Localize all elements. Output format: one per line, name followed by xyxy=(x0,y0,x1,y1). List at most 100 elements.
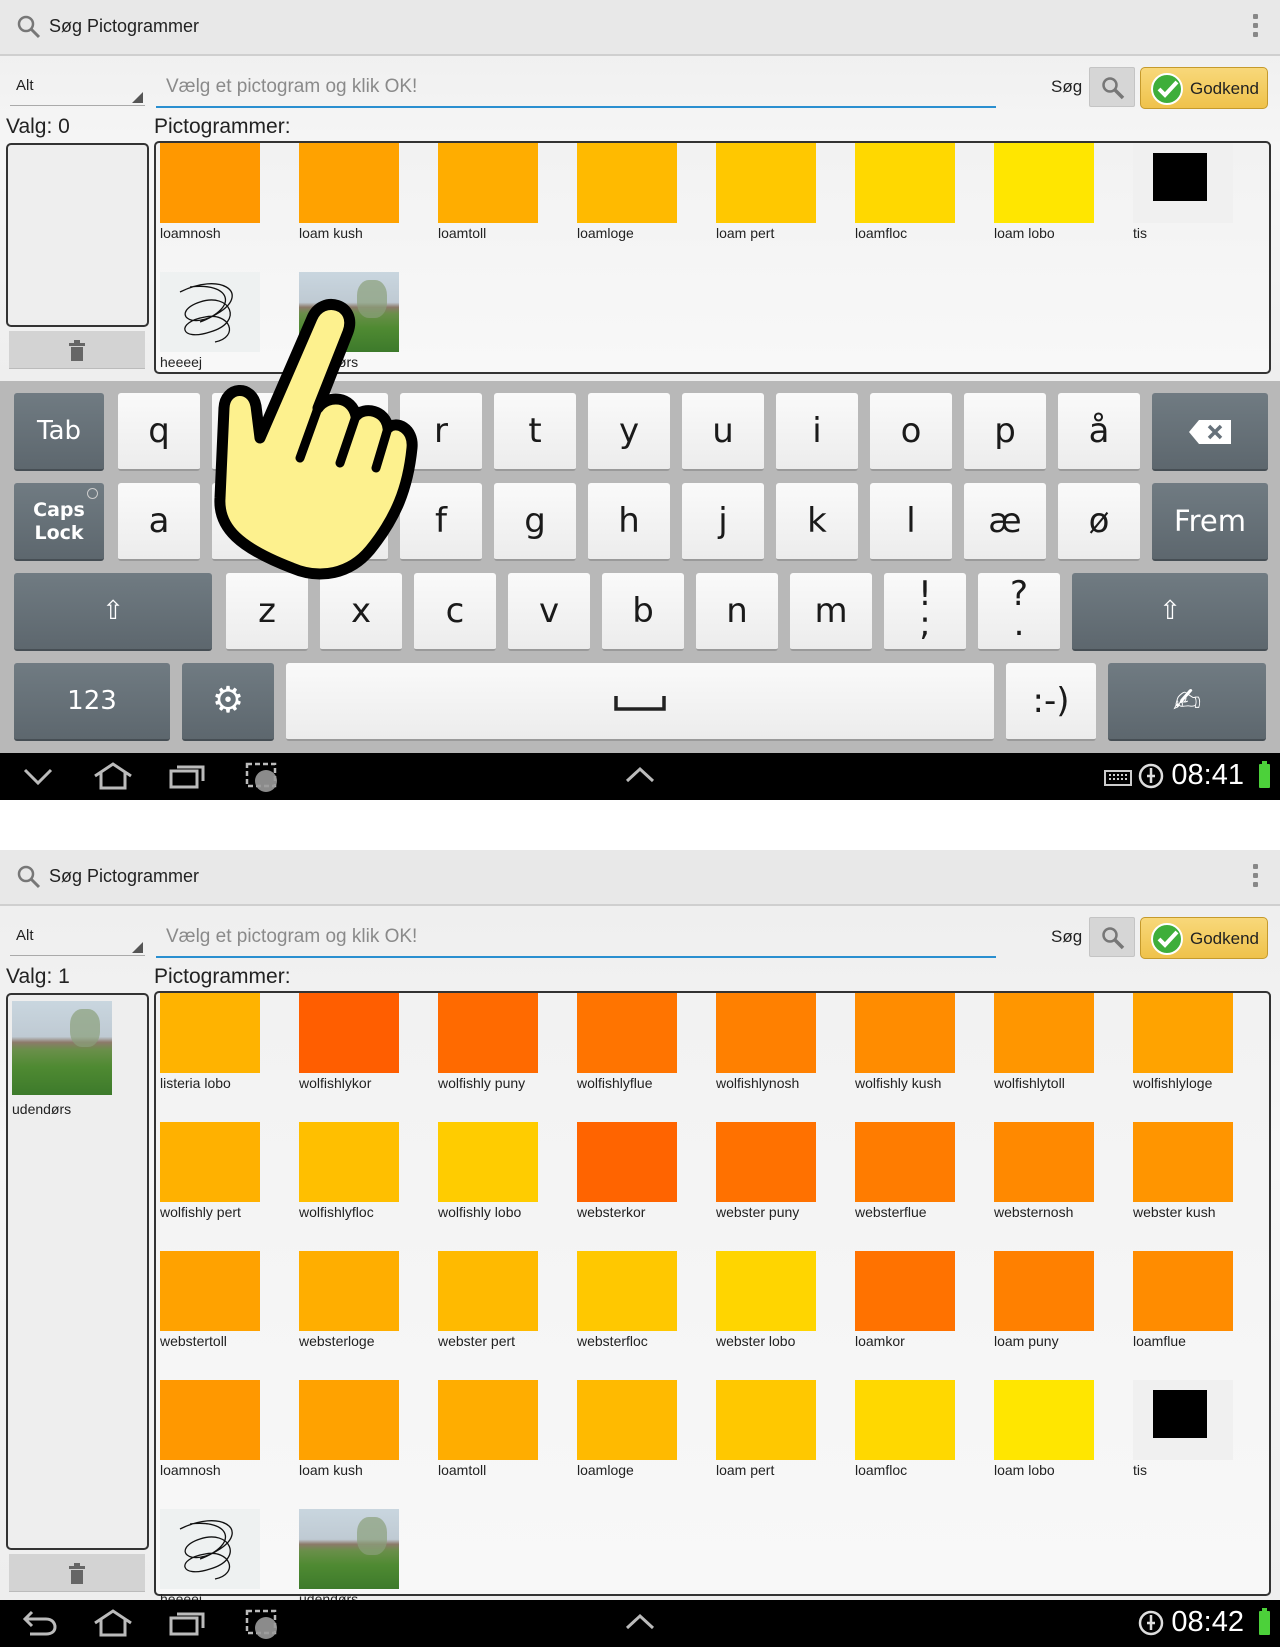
screenshot-icon[interactable] xyxy=(244,1608,284,1642)
pictogram-tile[interactable]: wolfishly puny xyxy=(434,993,573,1115)
pictogram-tile[interactable]: loam lobo xyxy=(990,1380,1129,1502)
pictogram-tile[interactable]: loam kush xyxy=(295,143,434,265)
pictogram-tile[interactable]: wolfishly kush xyxy=(851,993,990,1115)
key-ae[interactable]: æ xyxy=(964,483,1046,561)
key-u[interactable]: u xyxy=(682,393,764,471)
selection-box[interactable] xyxy=(6,143,149,327)
pictogram-tile[interactable]: loam puny xyxy=(990,1251,1129,1373)
key-o[interactable]: o xyxy=(870,393,952,471)
delete-selection-button[interactable] xyxy=(9,1554,145,1592)
delete-selection-button[interactable] xyxy=(9,331,145,369)
menu-up-chevron-icon[interactable] xyxy=(624,761,656,791)
pictogram-tile[interactable]: loamloge xyxy=(573,1380,712,1502)
category-filter-dropdown[interactable]: Alt xyxy=(10,70,145,106)
screenshot-icon[interactable] xyxy=(244,761,284,795)
backspace-key[interactable] xyxy=(1152,393,1268,471)
pictogram-tile[interactable]: websterflue xyxy=(851,1122,990,1244)
pictogram-tile[interactable]: loamflue xyxy=(1129,1251,1268,1373)
pictogram-tile[interactable]: loam pert xyxy=(712,1380,851,1502)
key-q[interactable]: q xyxy=(118,393,200,471)
pictogram-tile[interactable]: wolfishlykor xyxy=(295,993,434,1115)
handwriting-icon[interactable]: ✍ xyxy=(1108,663,1266,741)
pictogram-tile[interactable]: wolfishlyflue xyxy=(573,993,712,1115)
key-p[interactable]: p xyxy=(964,393,1046,471)
pictogram-tile[interactable]: webster kush xyxy=(1129,1122,1268,1244)
key-y[interactable]: y xyxy=(588,393,670,471)
pictogram-tile[interactable]: webstertoll xyxy=(156,1251,295,1373)
pictogram-tile[interactable]: webster puny xyxy=(712,1122,851,1244)
shift-right-key[interactable]: ⇧ xyxy=(1072,573,1268,651)
key-tab[interactable]: Tab xyxy=(14,393,104,471)
pictogram-tile[interactable]: websterfloc xyxy=(573,1251,712,1373)
overflow-menu-icon[interactable] xyxy=(1250,864,1260,892)
shift-left-key[interactable]: ⇧ xyxy=(14,573,212,651)
pictogram-tile[interactable]: loamkor xyxy=(851,1251,990,1373)
pictogram-tile[interactable]: loamnosh xyxy=(156,1380,295,1502)
pictogram-tile[interactable]: wolfishly pert xyxy=(156,1122,295,1244)
search-field[interactable] xyxy=(156,68,996,108)
key-h[interactable]: h xyxy=(588,483,670,561)
pictogram-tile[interactable]: loam pert xyxy=(712,143,851,265)
selection-box[interactable]: udendørs xyxy=(6,993,149,1550)
key-oe[interactable]: ø xyxy=(1058,483,1140,561)
space-bar[interactable] xyxy=(286,663,994,741)
pictogram-tile[interactable]: wolfishlynosh xyxy=(712,993,851,1115)
pictogram-tile[interactable]: wolfishlyfloc xyxy=(295,1122,434,1244)
search-field[interactable] xyxy=(156,918,996,958)
pictogram-tile[interactable]: webster pert xyxy=(434,1251,573,1373)
key-smiley[interactable]: :-) xyxy=(1006,663,1096,741)
pictogram-tile[interactable]: loamtoll xyxy=(434,1380,573,1502)
search-button[interactable] xyxy=(1089,917,1135,957)
pictogram-tile[interactable]: loamnosh xyxy=(156,143,295,265)
menu-up-chevron-icon[interactable] xyxy=(624,1608,656,1638)
pictogram-tile[interactable]: wolfishlytoll xyxy=(990,993,1129,1115)
overflow-menu-icon[interactable] xyxy=(1250,14,1260,42)
recent-apps-icon[interactable] xyxy=(168,1608,206,1638)
selected-pictogram-photo[interactable] xyxy=(12,1001,112,1095)
pictogram-tile[interactable]: loam lobo xyxy=(990,143,1129,265)
home-icon[interactable] xyxy=(92,1608,134,1638)
approve-button[interactable]: Godkend xyxy=(1140,917,1268,959)
search-button[interactable] xyxy=(1089,67,1135,107)
pictogram-tile[interactable]: tis xyxy=(1129,143,1268,265)
key-m[interactable]: m xyxy=(790,573,872,651)
key-t[interactable]: t xyxy=(494,393,576,471)
pictogram-tile[interactable]: wolfishly lobo xyxy=(434,1122,573,1244)
key-v[interactable]: v xyxy=(508,573,590,651)
home-icon[interactable] xyxy=(92,761,134,791)
key-n[interactable]: n xyxy=(696,573,778,651)
key-i[interactable]: i xyxy=(776,393,858,471)
search-icon[interactable] xyxy=(16,864,42,890)
key-aa[interactable]: å xyxy=(1058,393,1140,471)
key-c[interactable]: c xyxy=(414,573,496,651)
category-filter-dropdown[interactable]: Alt xyxy=(10,920,145,956)
key-g[interactable]: g xyxy=(494,483,576,561)
pictogram-tile[interactable]: loam kush xyxy=(295,1380,434,1502)
settings-gear-icon[interactable]: ⚙ xyxy=(182,663,274,741)
hide-keyboard-icon[interactable] xyxy=(22,761,54,791)
key-exclaim-semicolon[interactable]: ! ; xyxy=(884,573,966,651)
key-frem[interactable]: Frem xyxy=(1152,483,1268,561)
key-l[interactable]: l xyxy=(870,483,952,561)
pictogram-tile[interactable]: webster lobo xyxy=(712,1251,851,1373)
pictogram-tile[interactable]: websternosh xyxy=(990,1122,1129,1244)
pictogram-tile[interactable]: loamloge xyxy=(573,143,712,265)
back-icon[interactable] xyxy=(22,1608,58,1638)
recent-apps-icon[interactable] xyxy=(168,761,206,791)
pictogram-tile[interactable]: websterloge xyxy=(295,1251,434,1373)
pictogram-tile[interactable]: tis xyxy=(1129,1380,1268,1502)
key-j[interactable]: j xyxy=(682,483,764,561)
search-input[interactable] xyxy=(156,918,996,956)
key-question-period[interactable]: ? . xyxy=(978,573,1060,651)
key-caps-lock[interactable]: Caps Lock xyxy=(14,483,104,561)
pictogram-tile[interactable]: loamfloc xyxy=(851,1380,990,1502)
key-b[interactable]: b xyxy=(602,573,684,651)
key-k[interactable]: k xyxy=(776,483,858,561)
search-icon[interactable] xyxy=(16,14,42,40)
search-input[interactable] xyxy=(156,68,996,106)
approve-button[interactable]: Godkend xyxy=(1140,67,1268,109)
pictogram-tile[interactable]: loamfloc xyxy=(851,143,990,265)
pictogram-tile[interactable]: websterkor xyxy=(573,1122,712,1244)
pictogram-tile[interactable]: listeria lobo xyxy=(156,993,295,1115)
key-numbers[interactable]: 123 xyxy=(14,663,170,741)
